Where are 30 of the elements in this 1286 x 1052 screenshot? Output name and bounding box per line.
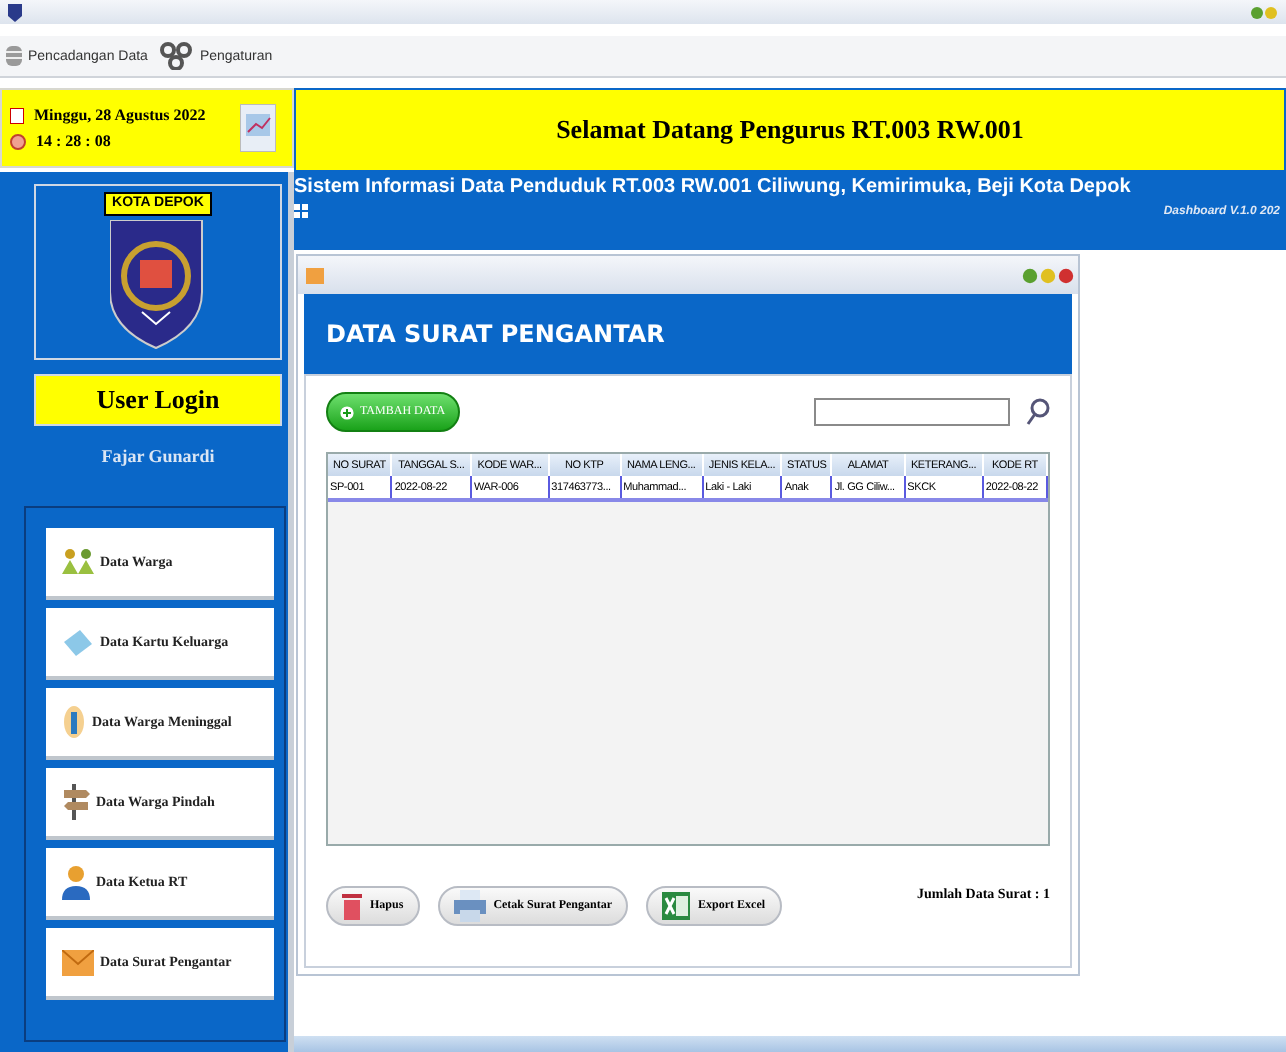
chart-board-icon	[240, 104, 276, 152]
gears-icon	[159, 42, 196, 70]
date-text: Minggu, 28 Agustus 2022	[34, 106, 206, 124]
greeting-text: Selamat Datang Pengurus RT.003 RW.001	[556, 114, 1024, 146]
candle-icon	[62, 704, 86, 740]
search-icon[interactable]	[1026, 398, 1050, 426]
system-subtitle: Sistem Informasi Data Penduduk RT.003 RW.001 Ciliwung, Kemirimuka, Beji Kota Depok	[294, 176, 1133, 198]
trash-icon	[342, 892, 362, 920]
envelope-icon	[306, 267, 324, 283]
app-emblem-icon	[8, 3, 22, 21]
calendar-icon	[10, 107, 24, 123]
search-field[interactable]	[814, 398, 1010, 426]
person-icon	[62, 864, 90, 900]
grid-icon[interactable]	[294, 204, 308, 218]
printer-icon	[453, 890, 486, 922]
emblem-drawing	[110, 220, 203, 349]
people-icon	[62, 548, 94, 576]
window-controls-icon[interactable]	[1022, 267, 1074, 283]
horizontal-scrollbar[interactable]	[294, 1036, 1286, 1052]
user-name: Fajar Gunardi	[101, 446, 215, 466]
envelope-icon	[62, 949, 94, 975]
spreadsheet-icon	[662, 892, 691, 920]
clock-icon	[10, 133, 26, 149]
window-controls-icon[interactable]	[1250, 5, 1278, 19]
card-icon	[62, 628, 94, 656]
user-login-heading: User Login	[96, 384, 220, 416]
time-text: 14 : 28 : 08	[36, 132, 111, 150]
plus-icon	[340, 405, 354, 419]
signpost-icon	[62, 782, 90, 822]
form-title: DATA SURAT PENGANTAR	[326, 320, 665, 348]
